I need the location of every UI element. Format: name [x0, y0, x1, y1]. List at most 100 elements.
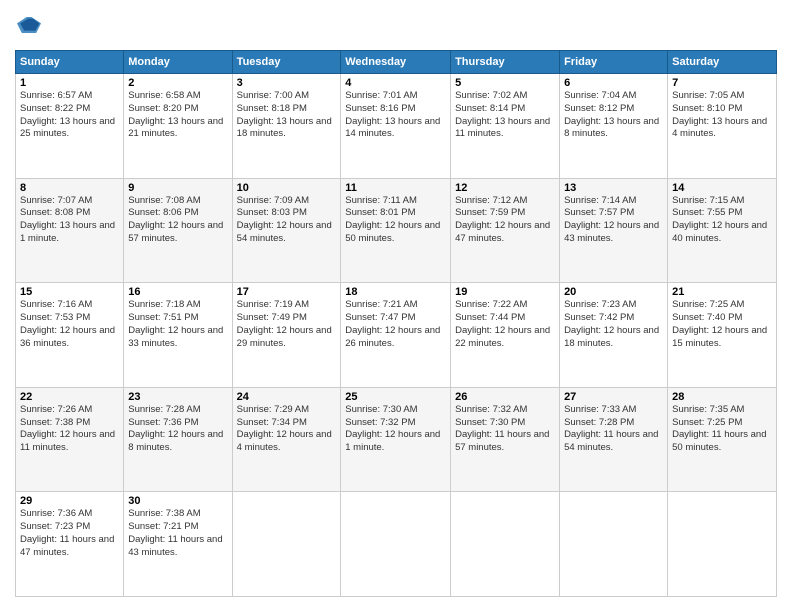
- day-number: 25: [345, 391, 446, 403]
- week-row-5: 29Sunrise: 7:36 AMSunset: 7:23 PMDayligh…: [16, 492, 777, 597]
- day-cell: 29Sunrise: 7:36 AMSunset: 7:23 PMDayligh…: [16, 492, 124, 597]
- day-cell: 16Sunrise: 7:18 AMSunset: 7:51 PMDayligh…: [124, 283, 232, 388]
- day-cell: [560, 492, 668, 597]
- day-info: Sunrise: 7:11 AMSunset: 8:01 PMDaylight:…: [345, 195, 446, 246]
- day-cell: 24Sunrise: 7:29 AMSunset: 7:34 PMDayligh…: [232, 387, 341, 492]
- day-number: 20: [564, 286, 663, 298]
- day-info: Sunrise: 7:08 AMSunset: 8:06 PMDaylight:…: [128, 195, 227, 246]
- day-number: 3: [237, 77, 337, 89]
- day-number: 12: [455, 182, 555, 194]
- day-number: 19: [455, 286, 555, 298]
- day-info: Sunrise: 7:04 AMSunset: 8:12 PMDaylight:…: [564, 90, 663, 141]
- day-number: 9: [128, 182, 227, 194]
- day-cell: 9Sunrise: 7:08 AMSunset: 8:06 PMDaylight…: [124, 178, 232, 283]
- day-info: Sunrise: 7:16 AMSunset: 7:53 PMDaylight:…: [20, 299, 119, 350]
- day-info: Sunrise: 7:28 AMSunset: 7:36 PMDaylight:…: [128, 404, 227, 455]
- day-cell: 21Sunrise: 7:25 AMSunset: 7:40 PMDayligh…: [668, 283, 777, 388]
- day-number: 22: [20, 391, 119, 403]
- column-header-tuesday: Tuesday: [232, 51, 341, 74]
- day-number: 11: [345, 182, 446, 194]
- day-cell: 3Sunrise: 7:00 AMSunset: 8:18 PMDaylight…: [232, 74, 341, 179]
- day-cell: 19Sunrise: 7:22 AMSunset: 7:44 PMDayligh…: [451, 283, 560, 388]
- day-info: Sunrise: 7:01 AMSunset: 8:16 PMDaylight:…: [345, 90, 446, 141]
- day-info: Sunrise: 7:14 AMSunset: 7:57 PMDaylight:…: [564, 195, 663, 246]
- calendar-page: SundayMondayTuesdayWednesdayThursdayFrid…: [0, 0, 792, 612]
- column-header-saturday: Saturday: [668, 51, 777, 74]
- logo: [15, 15, 45, 40]
- day-cell: 8Sunrise: 7:07 AMSunset: 8:08 PMDaylight…: [16, 178, 124, 283]
- logo-icon: [17, 15, 41, 35]
- day-cell: 2Sunrise: 6:58 AMSunset: 8:20 PMDaylight…: [124, 74, 232, 179]
- calendar-header-row: SundayMondayTuesdayWednesdayThursdayFrid…: [16, 51, 777, 74]
- day-cell: 23Sunrise: 7:28 AMSunset: 7:36 PMDayligh…: [124, 387, 232, 492]
- day-info: Sunrise: 7:12 AMSunset: 7:59 PMDaylight:…: [455, 195, 555, 246]
- day-cell: 17Sunrise: 7:19 AMSunset: 7:49 PMDayligh…: [232, 283, 341, 388]
- day-number: 21: [672, 286, 772, 298]
- day-number: 1: [20, 77, 119, 89]
- day-cell: [451, 492, 560, 597]
- day-cell: 14Sunrise: 7:15 AMSunset: 7:55 PMDayligh…: [668, 178, 777, 283]
- day-cell: 13Sunrise: 7:14 AMSunset: 7:57 PMDayligh…: [560, 178, 668, 283]
- day-info: Sunrise: 7:09 AMSunset: 8:03 PMDaylight:…: [237, 195, 337, 246]
- day-number: 27: [564, 391, 663, 403]
- day-number: 7: [672, 77, 772, 89]
- day-cell: 7Sunrise: 7:05 AMSunset: 8:10 PMDaylight…: [668, 74, 777, 179]
- day-info: Sunrise: 7:07 AMSunset: 8:08 PMDaylight:…: [20, 195, 119, 246]
- day-cell: 6Sunrise: 7:04 AMSunset: 8:12 PMDaylight…: [560, 74, 668, 179]
- day-cell: 20Sunrise: 7:23 AMSunset: 7:42 PMDayligh…: [560, 283, 668, 388]
- column-header-thursday: Thursday: [451, 51, 560, 74]
- day-cell: 15Sunrise: 7:16 AMSunset: 7:53 PMDayligh…: [16, 283, 124, 388]
- day-number: 6: [564, 77, 663, 89]
- day-cell: 25Sunrise: 7:30 AMSunset: 7:32 PMDayligh…: [341, 387, 451, 492]
- day-cell: 1Sunrise: 6:57 AMSunset: 8:22 PMDaylight…: [16, 74, 124, 179]
- day-info: Sunrise: 7:29 AMSunset: 7:34 PMDaylight:…: [237, 404, 337, 455]
- day-number: 24: [237, 391, 337, 403]
- day-info: Sunrise: 7:30 AMSunset: 7:32 PMDaylight:…: [345, 404, 446, 455]
- day-number: 23: [128, 391, 227, 403]
- day-cell: 10Sunrise: 7:09 AMSunset: 8:03 PMDayligh…: [232, 178, 341, 283]
- calendar-table: SundayMondayTuesdayWednesdayThursdayFrid…: [15, 50, 777, 597]
- day-number: 14: [672, 182, 772, 194]
- week-row-4: 22Sunrise: 7:26 AMSunset: 7:38 PMDayligh…: [16, 387, 777, 492]
- day-cell: 28Sunrise: 7:35 AMSunset: 7:25 PMDayligh…: [668, 387, 777, 492]
- day-cell: 4Sunrise: 7:01 AMSunset: 8:16 PMDaylight…: [341, 74, 451, 179]
- day-number: 13: [564, 182, 663, 194]
- day-info: Sunrise: 6:57 AMSunset: 8:22 PMDaylight:…: [20, 90, 119, 141]
- day-number: 28: [672, 391, 772, 403]
- day-number: 30: [128, 495, 227, 507]
- day-cell: [668, 492, 777, 597]
- week-row-1: 1Sunrise: 6:57 AMSunset: 8:22 PMDaylight…: [16, 74, 777, 179]
- day-info: Sunrise: 7:32 AMSunset: 7:30 PMDaylight:…: [455, 404, 555, 455]
- week-row-3: 15Sunrise: 7:16 AMSunset: 7:53 PMDayligh…: [16, 283, 777, 388]
- day-number: 4: [345, 77, 446, 89]
- day-info: Sunrise: 6:58 AMSunset: 8:20 PMDaylight:…: [128, 90, 227, 141]
- day-info: Sunrise: 7:21 AMSunset: 7:47 PMDaylight:…: [345, 299, 446, 350]
- day-info: Sunrise: 7:23 AMSunset: 7:42 PMDaylight:…: [564, 299, 663, 350]
- day-cell: 18Sunrise: 7:21 AMSunset: 7:47 PMDayligh…: [341, 283, 451, 388]
- column-header-monday: Monday: [124, 51, 232, 74]
- day-info: Sunrise: 7:22 AMSunset: 7:44 PMDaylight:…: [455, 299, 555, 350]
- column-header-wednesday: Wednesday: [341, 51, 451, 74]
- day-info: Sunrise: 7:38 AMSunset: 7:21 PMDaylight:…: [128, 508, 227, 559]
- day-cell: [232, 492, 341, 597]
- day-number: 2: [128, 77, 227, 89]
- column-header-friday: Friday: [560, 51, 668, 74]
- day-info: Sunrise: 7:05 AMSunset: 8:10 PMDaylight:…: [672, 90, 772, 141]
- day-number: 5: [455, 77, 555, 89]
- week-row-2: 8Sunrise: 7:07 AMSunset: 8:08 PMDaylight…: [16, 178, 777, 283]
- day-info: Sunrise: 7:18 AMSunset: 7:51 PMDaylight:…: [128, 299, 227, 350]
- day-info: Sunrise: 7:15 AMSunset: 7:55 PMDaylight:…: [672, 195, 772, 246]
- column-header-sunday: Sunday: [16, 51, 124, 74]
- day-number: 26: [455, 391, 555, 403]
- day-number: 8: [20, 182, 119, 194]
- day-cell: 11Sunrise: 7:11 AMSunset: 8:01 PMDayligh…: [341, 178, 451, 283]
- day-number: 15: [20, 286, 119, 298]
- day-number: 10: [237, 182, 337, 194]
- day-cell: 26Sunrise: 7:32 AMSunset: 7:30 PMDayligh…: [451, 387, 560, 492]
- day-number: 16: [128, 286, 227, 298]
- header: [15, 15, 777, 40]
- day-cell: 30Sunrise: 7:38 AMSunset: 7:21 PMDayligh…: [124, 492, 232, 597]
- day-info: Sunrise: 7:25 AMSunset: 7:40 PMDaylight:…: [672, 299, 772, 350]
- day-cell: 22Sunrise: 7:26 AMSunset: 7:38 PMDayligh…: [16, 387, 124, 492]
- day-info: Sunrise: 7:19 AMSunset: 7:49 PMDaylight:…: [237, 299, 337, 350]
